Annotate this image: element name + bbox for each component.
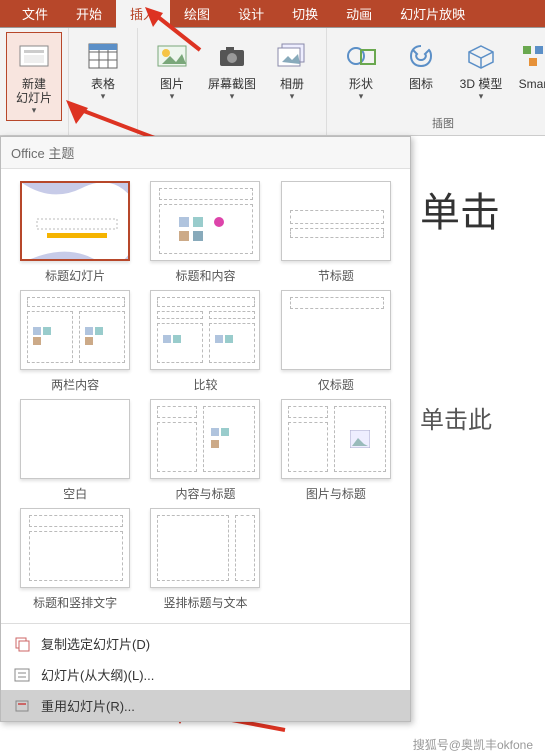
layout-vertical-title-text[interactable]: 竖排标题与文本 <box>145 508 265 611</box>
dropdown-arrow-icon: ▾ <box>170 91 175 102</box>
tab-design[interactable]: 设计 <box>224 0 278 28</box>
layout-label: 空白 <box>63 485 87 502</box>
tab-animation[interactable]: 动画 <box>332 0 386 28</box>
watermark: 搜狐号@奥凯丰okfone <box>409 735 537 754</box>
dropdown-arrow-icon: ▾ <box>479 91 484 102</box>
new-slide-icon <box>18 37 50 75</box>
menu-reuse-slides[interactable]: 重用幻灯片(R)... <box>1 690 410 721</box>
menu-duplicate-slides[interactable]: 复制选定幻灯片(D) <box>1 628 410 659</box>
layout-label: 竖排标题与文本 <box>163 594 247 611</box>
table-button[interactable]: 表格 ▾ <box>75 32 131 107</box>
album-button[interactable]: 相册 ▾ <box>264 32 320 107</box>
tab-insert[interactable]: 插入 <box>116 0 170 28</box>
screenshot-button[interactable]: 屏幕截图 ▾ <box>204 32 260 107</box>
dropdown-arrow-icon: ▾ <box>101 91 106 102</box>
layout-title-content[interactable]: 标题和内容 <box>145 181 265 284</box>
menu-slides-from-outline[interactable]: 幻灯片(从大纲)(L)... <box>1 659 410 690</box>
layout-title-only[interactable]: 仅标题 <box>276 290 396 393</box>
layout-title-slide[interactable]: 标题幻灯片 <box>15 181 135 284</box>
ribbon-tabs: 文件 开始 插入 绘图 设计 切换 动画 幻灯片放映 <box>0 0 545 28</box>
shape-icon <box>345 37 377 75</box>
shape-button[interactable]: 形状 ▾ <box>333 32 389 107</box>
layout-picture-caption[interactable]: 图片与标题 <box>276 399 396 502</box>
layout-label: 内容与标题 <box>175 485 235 502</box>
smart-icon <box>519 37 545 75</box>
album-icon <box>276 37 308 75</box>
layout-title-vertical-text[interactable]: 标题和竖排文字 <box>15 508 135 611</box>
group-tables: 表格 ▾ <box>69 28 138 135</box>
menu-label: 复制选定幻灯片(D) <box>41 634 150 653</box>
3d-model-button[interactable]: 3D 模型 ▾ <box>453 32 509 107</box>
picture-label: 图片 <box>160 77 184 91</box>
ribbon-content: 新建 幻灯片 ▾ 表格 ▾ 图片 ▾ <box>0 28 545 136</box>
dropdown-arrow-icon: ▾ <box>359 91 364 102</box>
reuse-icon <box>13 697 31 715</box>
dropdown-header: Office 主题 <box>1 137 410 169</box>
tab-home[interactable]: 开始 <box>62 0 116 28</box>
icon-label: 图标 <box>409 77 433 91</box>
layout-label: 仅标题 <box>318 376 354 393</box>
group-label: 插图 <box>432 115 454 133</box>
tab-draw[interactable]: 绘图 <box>170 0 224 28</box>
slide-subtitle-placeholder: 单击此 <box>420 400 492 435</box>
3d-model-label: 3D 模型 <box>460 77 503 91</box>
layout-comparison[interactable]: 比较 <box>145 290 265 393</box>
table-icon <box>87 37 119 75</box>
duplicate-icon <box>13 635 31 653</box>
layout-section-header[interactable]: 节标题 <box>276 181 396 284</box>
menu-label: 重用幻灯片(R)... <box>41 696 135 715</box>
album-label: 相册 <box>280 77 304 91</box>
cube-icon <box>465 37 497 75</box>
tab-slideshow[interactable]: 幻灯片放映 <box>386 0 479 28</box>
layout-label: 节标题 <box>318 267 354 284</box>
layout-content-caption[interactable]: 内容与标题 <box>145 399 265 502</box>
group-illustrations: 形状 ▾ 图标 3D 模型 ▾ Smar <box>327 28 545 135</box>
icon-button[interactable]: 图标 <box>393 32 449 107</box>
slide-title-placeholder: 单击 <box>420 180 500 238</box>
layout-label: 标题和内容 <box>175 267 235 284</box>
smart-label: Smar <box>519 77 545 91</box>
group-slides: 新建 幻灯片 ▾ <box>0 28 69 135</box>
layout-label: 标题幻灯片 <box>45 267 105 284</box>
outline-icon <box>13 666 31 684</box>
new-slide-label: 新建 幻灯片 <box>16 77 52 105</box>
picture-button[interactable]: 图片 ▾ <box>144 32 200 107</box>
dropdown-arrow-icon: ▾ <box>230 91 235 102</box>
layout-grid: 标题幻灯片 标题和内容 节标题 <box>1 169 410 619</box>
picture-icon <box>156 37 188 75</box>
menu-label: 幻灯片(从大纲)(L)... <box>41 665 154 684</box>
layout-blank[interactable]: 空白 <box>15 399 135 502</box>
table-label: 表格 <box>91 77 115 91</box>
screenshot-icon <box>216 37 248 75</box>
dropdown-arrow-icon: ▾ <box>290 91 295 102</box>
layout-two-content[interactable]: 两栏内容 <box>15 290 135 393</box>
new-slide-dropdown: Office 主题 标题幻灯片 标题和内容 节标题 <box>0 136 411 722</box>
layout-label: 两栏内容 <box>51 376 99 393</box>
shape-label: 形状 <box>349 77 373 91</box>
new-slide-button[interactable]: 新建 幻灯片 ▾ <box>6 32 62 121</box>
tab-transition[interactable]: 切换 <box>278 0 332 28</box>
screenshot-label: 屏幕截图 <box>208 77 256 91</box>
layout-label: 图片与标题 <box>306 485 366 502</box>
layout-label: 比较 <box>193 376 217 393</box>
tab-file[interactable]: 文件 <box>8 0 62 28</box>
smart-button[interactable]: Smar <box>513 32 545 107</box>
group-images: 图片 ▾ 屏幕截图 ▾ 相册 ▾ <box>138 28 327 135</box>
icon-icon <box>405 37 437 75</box>
dropdown-arrow-icon: ▾ <box>32 105 37 116</box>
layout-label: 标题和竖排文字 <box>33 594 117 611</box>
